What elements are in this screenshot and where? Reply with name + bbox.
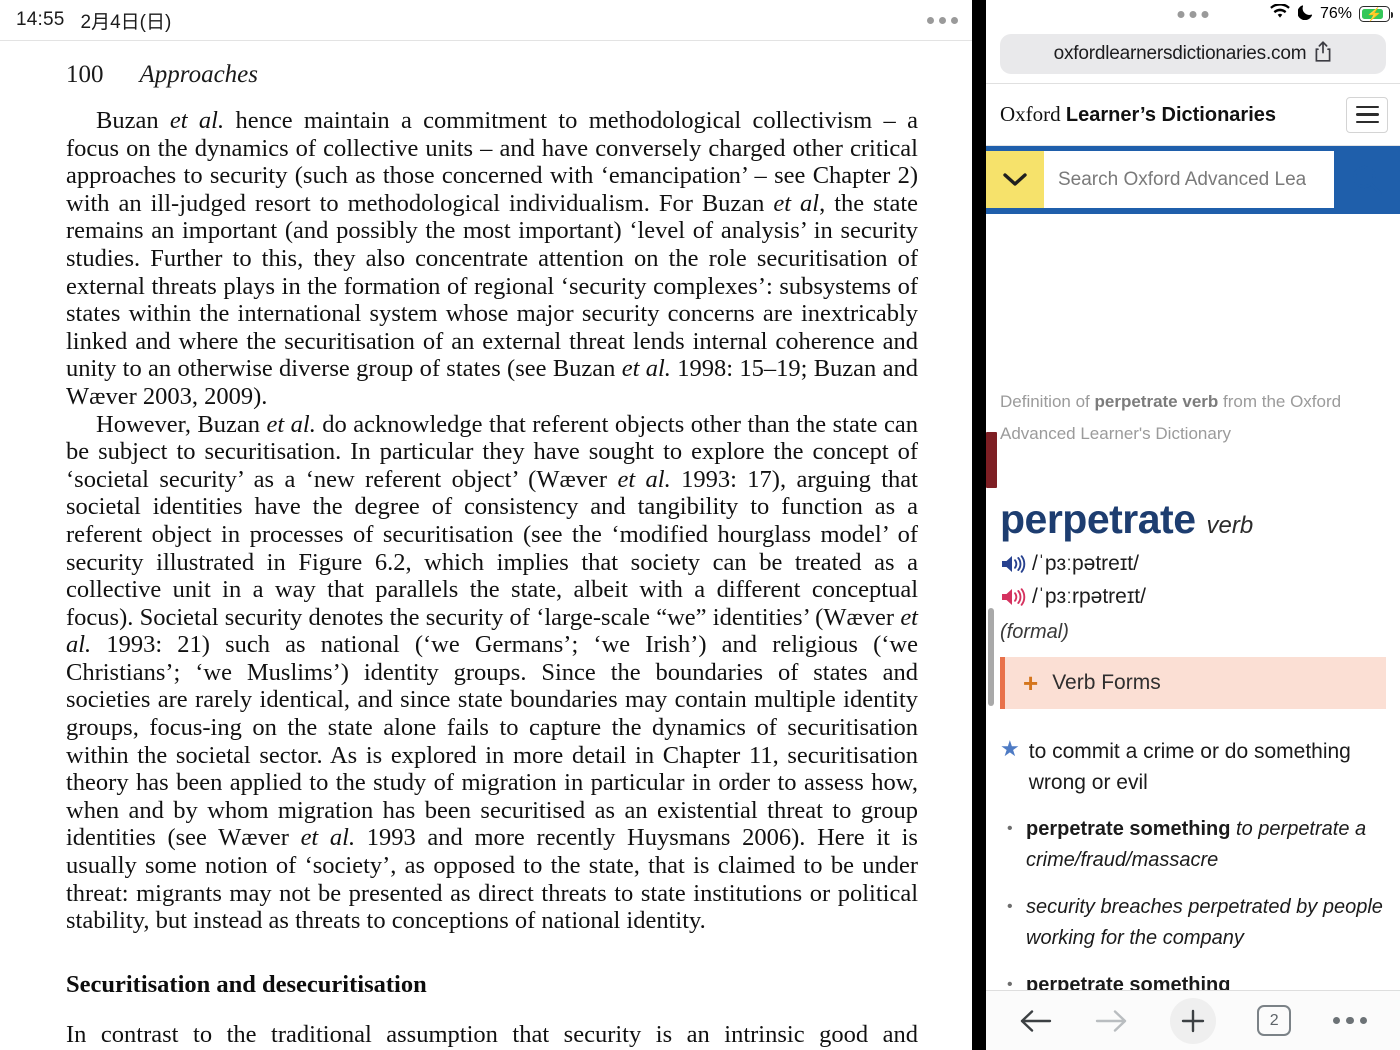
more-horizontal-icon[interactable] xyxy=(927,16,958,24)
search-icon[interactable] xyxy=(1334,151,1400,208)
arrow-right-icon[interactable] xyxy=(1094,1007,1128,1035)
plus-icon: + xyxy=(1023,668,1039,698)
chevron-down-icon[interactable] xyxy=(986,151,1044,208)
search-placeholder: Search Oxford Advanced Lea xyxy=(1058,168,1307,190)
paragraph: Buzan et al. hence maintain a commitment… xyxy=(66,107,918,411)
example-pattern: perpetrate something against/upon/on xyxy=(1026,974,1231,990)
more-horizontal-icon[interactable] xyxy=(1177,10,1209,18)
entry-source-line: Definition of perpetrate verb from the O… xyxy=(1000,386,1386,450)
battery-charging-icon: ⚡ xyxy=(1359,6,1394,22)
ios-status-bar-left: 14:55 2月4日(日) xyxy=(0,0,972,40)
wifi-icon xyxy=(1269,2,1291,25)
ipa-american: /ˈpɜːrpətreɪt/ xyxy=(1032,585,1146,608)
sense-definition: to commit a crime or do something wrong … xyxy=(1028,740,1351,794)
tab-count-label: 2 xyxy=(1269,1011,1279,1029)
text-run: However, Buzan xyxy=(96,410,267,438)
status-bar-clock: 14:55 xyxy=(16,9,65,30)
url-text: oxfordlearnersdictionaries.com xyxy=(1053,43,1307,64)
italic-run: et al xyxy=(773,189,820,217)
list-item: perpetrate something to perpetrate a cri… xyxy=(1000,813,1386,876)
pdf-reader-panel: 14:55 2月4日(日) 100 Approaches Buzan et al… xyxy=(0,0,972,1050)
arrow-left-icon[interactable] xyxy=(1019,1007,1053,1035)
speaker-icon[interactable] xyxy=(1000,586,1026,608)
page-number: 100 xyxy=(66,61,104,88)
browser-bottom-bar: 2 xyxy=(986,990,1400,1050)
italic-run: et al. xyxy=(266,410,316,438)
share-icon[interactable] xyxy=(1314,40,1332,68)
safari-browser-panel: 76% ⚡ oxfordlearnersdictionaries.com Oxf… xyxy=(986,0,1400,1050)
pronunciation-british: /ˈpɜːpətreɪt/ xyxy=(1000,552,1386,576)
status-bar-date: 2月4日(日) xyxy=(80,11,172,33)
brand-oxford: Oxford xyxy=(1000,102,1061,126)
headword: perpetrate xyxy=(1000,496,1196,542)
verb-forms-label: Verb Forms xyxy=(1052,671,1161,694)
search-input[interactable]: Search Oxford Advanced Lea xyxy=(1044,151,1334,208)
text-run: 1993: 21) such as national (‘we Germans’… xyxy=(66,631,918,852)
source-headword: perpetrate verb xyxy=(1094,392,1219,411)
hamburger-icon[interactable] xyxy=(1346,96,1388,133)
moon-icon xyxy=(1297,4,1313,25)
example-text: security breaches perpetrated by people … xyxy=(1026,896,1383,949)
speaker-icon[interactable] xyxy=(1000,553,1026,575)
pdf-page: 100 Approaches Buzan et al. hence mainta… xyxy=(0,41,972,1050)
italic-run: et al. xyxy=(621,355,671,383)
dictionary-entry: Definition of perpetrate verb from the O… xyxy=(986,386,1400,990)
address-bar[interactable]: oxfordlearnersdictionaries.com xyxy=(1000,34,1386,74)
running-head: Approaches xyxy=(139,61,259,88)
headword-row: perpetrate verb xyxy=(1000,496,1386,543)
status-indicators: 76% ⚡ xyxy=(1269,2,1394,25)
italic-run: et al. xyxy=(169,107,225,134)
pronunciation-american: /ˈpɜːrpətreɪt/ xyxy=(1000,585,1386,609)
page-scroll-area[interactable]: Definition of perpetrate verb from the O… xyxy=(986,386,1400,1050)
italic-run: et al. xyxy=(300,824,356,852)
paragraph: However, Buzan et al. do acknowledge tha… xyxy=(66,411,918,935)
screen: 14:55 2月4日(日) 100 Approaches Buzan et al… xyxy=(0,0,1400,1050)
example-pattern: perpetrate something xyxy=(1026,818,1231,840)
star-icon: ★ xyxy=(1000,736,1020,761)
section-heading: Securitisation and desecuritisation xyxy=(66,970,427,998)
register-label: (formal) xyxy=(1000,621,1069,643)
site-logo[interactable]: Oxford Learner’s Dictionaries xyxy=(1000,102,1276,127)
site-header: Oxford Learner’s Dictionaries xyxy=(986,84,1400,146)
battery-percentage: 76% xyxy=(1319,5,1352,22)
url-bar-container: oxfordlearnersdictionaries.com xyxy=(986,28,1400,83)
list-item: perpetrate something against/upon/on xyxy=(1000,970,1386,990)
list-item: security breaches perpetrated by people … xyxy=(1000,891,1386,954)
page-header: 100 Approaches xyxy=(66,61,918,89)
ios-status-bar-right: 76% ⚡ xyxy=(986,0,1400,28)
plus-icon[interactable] xyxy=(1169,997,1216,1044)
italic-run: et al. xyxy=(617,465,671,493)
source-prefix: Definition of xyxy=(1000,392,1095,411)
text-run: Buzan xyxy=(96,107,170,134)
tab-count-button[interactable]: 2 xyxy=(1257,1005,1292,1036)
pdf-body-text: Buzan et al. hence maintain a commitment… xyxy=(66,107,918,1050)
ipa-british: /ˈpɜːpətreɪt/ xyxy=(1032,552,1139,575)
sense-block: ★ to commit a crime or do something wron… xyxy=(1000,736,1386,798)
more-horizontal-icon[interactable] xyxy=(1332,1016,1368,1025)
site-search-band: Search Oxford Advanced Lea xyxy=(986,146,1400,214)
examples-list: perpetrate something to perpetrate a cri… xyxy=(1000,813,1386,990)
text-run: , the state remains an important (and po… xyxy=(66,189,918,383)
brand-learners-dictionaries: Learner’s Dictionaries xyxy=(1065,104,1276,126)
part-of-speech: verb xyxy=(1206,512,1254,539)
verb-forms-accordion[interactable]: + Verb Forms xyxy=(1000,657,1386,709)
paragraph: In contrast to the traditional assumptio… xyxy=(66,1020,918,1050)
